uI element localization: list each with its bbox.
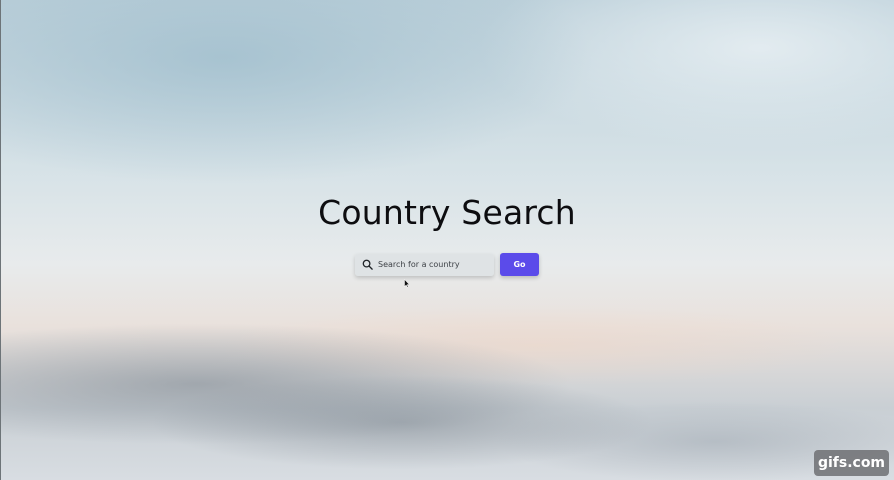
search-icon xyxy=(362,259,373,270)
mouse-cursor-icon xyxy=(404,279,410,288)
page-title: Country Search xyxy=(318,193,576,232)
search-form: Go xyxy=(355,253,539,276)
gifs-watermark: gifs.com xyxy=(814,450,889,476)
search-field[interactable] xyxy=(355,253,494,276)
search-input[interactable] xyxy=(378,260,486,269)
go-button[interactable]: Go xyxy=(500,253,539,276)
hero-section: Country Search Go xyxy=(0,0,894,480)
